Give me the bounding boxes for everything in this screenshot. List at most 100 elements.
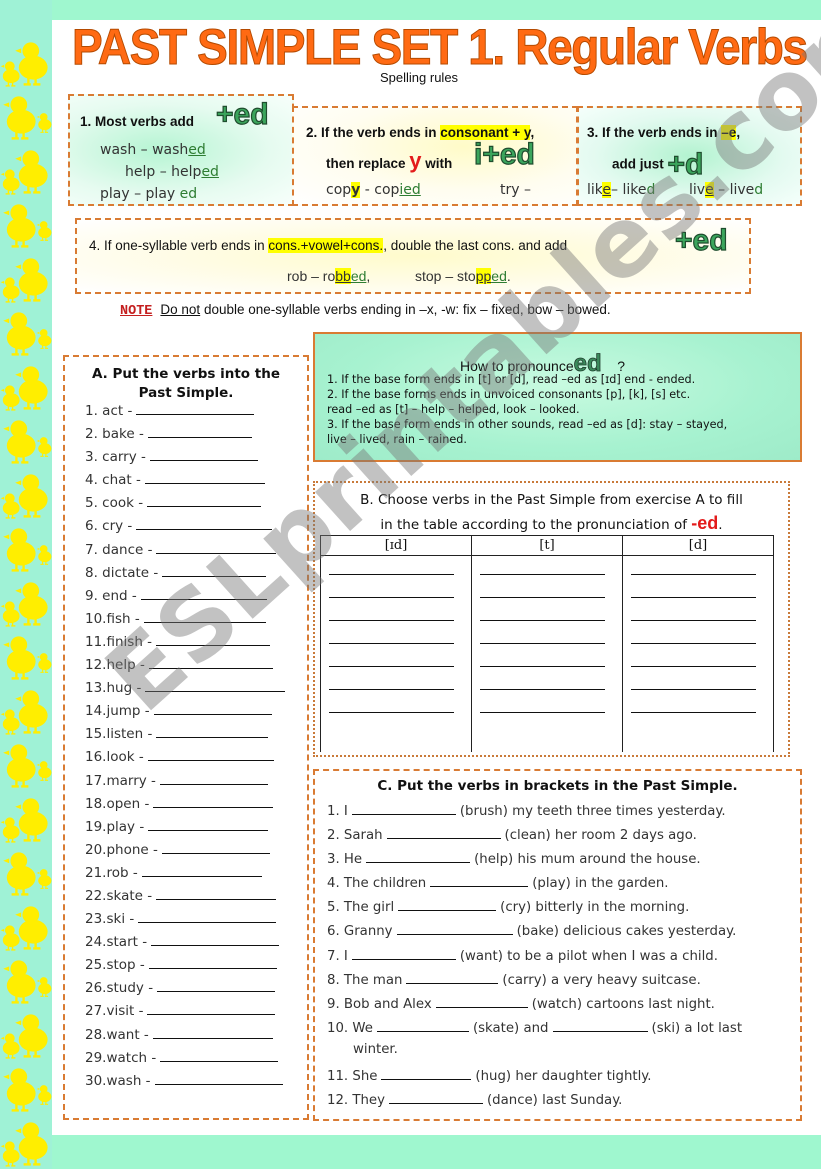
answer-blank[interactable] xyxy=(147,493,262,508)
answer-blank[interactable] xyxy=(141,863,262,877)
example-text: – like xyxy=(611,182,647,198)
answer-blank[interactable] xyxy=(149,447,258,462)
pronunciation-rules: 1. If the base form ends in [t] or [d], … xyxy=(327,372,727,447)
example-text: , xyxy=(366,268,371,284)
answer-blank[interactable] xyxy=(398,897,497,912)
answer-line[interactable] xyxy=(480,574,605,597)
pronunciation-rule: 1. If the base form ends in [t] or [d], … xyxy=(327,373,696,386)
answer-line[interactable] xyxy=(631,689,756,712)
answer-line[interactable] xyxy=(329,689,454,712)
sentence-rest: (brush) my teeth three times yesterday. xyxy=(459,804,726,819)
answer-line[interactable] xyxy=(329,643,454,666)
sentence-item: 8. The man (carry) a very heavy suitcase. xyxy=(327,970,742,994)
verb-item: 1. act - xyxy=(85,401,285,424)
answer-blank[interactable] xyxy=(153,794,274,808)
pronunciation-rule: live – lived, rain – rained. xyxy=(327,433,467,446)
verb-item: 20.phone - xyxy=(85,840,285,863)
example-live: live – lived xyxy=(689,182,763,198)
answer-line[interactable] xyxy=(480,597,605,620)
answer-blank[interactable] xyxy=(145,678,286,693)
example-ending: d xyxy=(754,182,764,198)
answer-blank[interactable] xyxy=(147,1001,276,1016)
answer-line[interactable] xyxy=(480,666,605,689)
answer-blank[interactable] xyxy=(351,946,456,960)
answer-blank[interactable] xyxy=(435,994,528,1008)
answer-blank[interactable] xyxy=(396,921,513,936)
verb-item: 23.ski - xyxy=(85,909,285,932)
rule-3-box: 3. If the verb ends in –e, add just +d l… xyxy=(577,106,802,206)
answer-blank[interactable] xyxy=(366,849,471,864)
answer-line[interactable] xyxy=(480,620,605,643)
example-ending: ed xyxy=(491,268,507,284)
answer-blank[interactable] xyxy=(162,563,267,577)
pronunciation-box: How to pronounceed ? 1. If the base form… xyxy=(313,332,802,462)
answer-blank[interactable] xyxy=(154,1071,283,1085)
answer-blank[interactable] xyxy=(160,1048,279,1062)
answer-blank[interactable] xyxy=(388,1090,483,1105)
chick-icon xyxy=(0,925,20,951)
answer-blank[interactable] xyxy=(161,840,270,854)
chick-icon xyxy=(36,1085,52,1105)
answer-blank[interactable] xyxy=(381,1066,472,1081)
answer-line[interactable] xyxy=(329,597,454,620)
answer-blank[interactable] xyxy=(406,970,499,984)
answer-blank[interactable] xyxy=(153,701,272,716)
sentence-rest: (bake) delicious cakes yesterday. xyxy=(516,924,737,940)
answer-blank[interactable] xyxy=(148,655,273,670)
exercise-c-title: C. Put the verbs in brackets in the Past… xyxy=(377,778,738,794)
answer-blank[interactable] xyxy=(148,955,277,970)
answer-blank[interactable] xyxy=(156,886,277,900)
sentence-item: 5. The girl (cry) bitterly in the morning… xyxy=(327,897,742,921)
answer-blank[interactable] xyxy=(140,586,267,600)
verb-item: 4. chat - xyxy=(85,470,285,493)
answer-line[interactable] xyxy=(631,666,756,689)
ed-ending: -ed xyxy=(691,513,719,533)
answer-blank[interactable] xyxy=(147,747,274,762)
sentence-item: 7. I (want) to be a pilot when I was a ch… xyxy=(327,946,742,970)
answer-blank[interactable] xyxy=(376,1018,469,1032)
answer-blank[interactable] xyxy=(144,470,265,485)
answer-line[interactable] xyxy=(631,643,756,666)
verb-item: 30.wash - xyxy=(85,1071,285,1094)
answer-line[interactable] xyxy=(480,712,605,735)
answer-line[interactable] xyxy=(631,620,756,643)
verb-item: 6. cry - xyxy=(85,516,285,539)
plus-ed-icon: +ed xyxy=(215,97,269,131)
answer-blank[interactable] xyxy=(386,825,501,840)
answer-line[interactable] xyxy=(631,574,756,597)
answer-blank[interactable] xyxy=(136,516,273,531)
chick-icon xyxy=(36,545,52,565)
answer-line[interactable] xyxy=(480,689,605,712)
answer-blank[interactable] xyxy=(430,873,529,888)
answer-line[interactable] xyxy=(631,712,756,735)
answer-blank[interactable] xyxy=(156,540,277,554)
answer-blank[interactable] xyxy=(156,724,269,739)
answer-blank[interactable] xyxy=(552,1018,648,1032)
answer-blank[interactable] xyxy=(147,424,252,439)
answer-blank[interactable] xyxy=(151,932,280,947)
sentence-item: 4. The children (play) in the garden. xyxy=(327,873,742,897)
chick-icon xyxy=(3,744,36,788)
sentence-rest: (carry) a very heavy suitcase. xyxy=(502,972,701,988)
chick-icon xyxy=(36,761,52,781)
chick-icon xyxy=(3,312,36,356)
answer-blank[interactable] xyxy=(351,801,456,815)
answer-blank[interactable] xyxy=(138,909,277,924)
verb-list: 1. act - 2. bake - 3. carry - 4. chat - 5. c… xyxy=(85,401,286,1094)
exercise-c-box: C. Put the verbs in brackets in the Past… xyxy=(313,769,802,1121)
answer-blank[interactable] xyxy=(152,1025,273,1039)
answer-blank[interactable] xyxy=(136,401,255,415)
answer-line[interactable] xyxy=(480,643,605,666)
answer-blank[interactable] xyxy=(143,609,266,623)
answer-line[interactable] xyxy=(329,574,454,597)
answer-blank[interactable] xyxy=(159,771,268,785)
answer-blank[interactable] xyxy=(156,632,271,646)
answer-blank[interactable] xyxy=(148,817,269,831)
answer-line[interactable] xyxy=(329,712,454,735)
answer-blank[interactable] xyxy=(157,978,276,993)
answer-line[interactable] xyxy=(329,620,454,643)
answer-line[interactable] xyxy=(329,666,454,689)
sentence-rest: (cry) bitterly in the morning. xyxy=(500,900,690,916)
chick-icon xyxy=(3,852,36,896)
answer-line[interactable] xyxy=(631,597,756,620)
